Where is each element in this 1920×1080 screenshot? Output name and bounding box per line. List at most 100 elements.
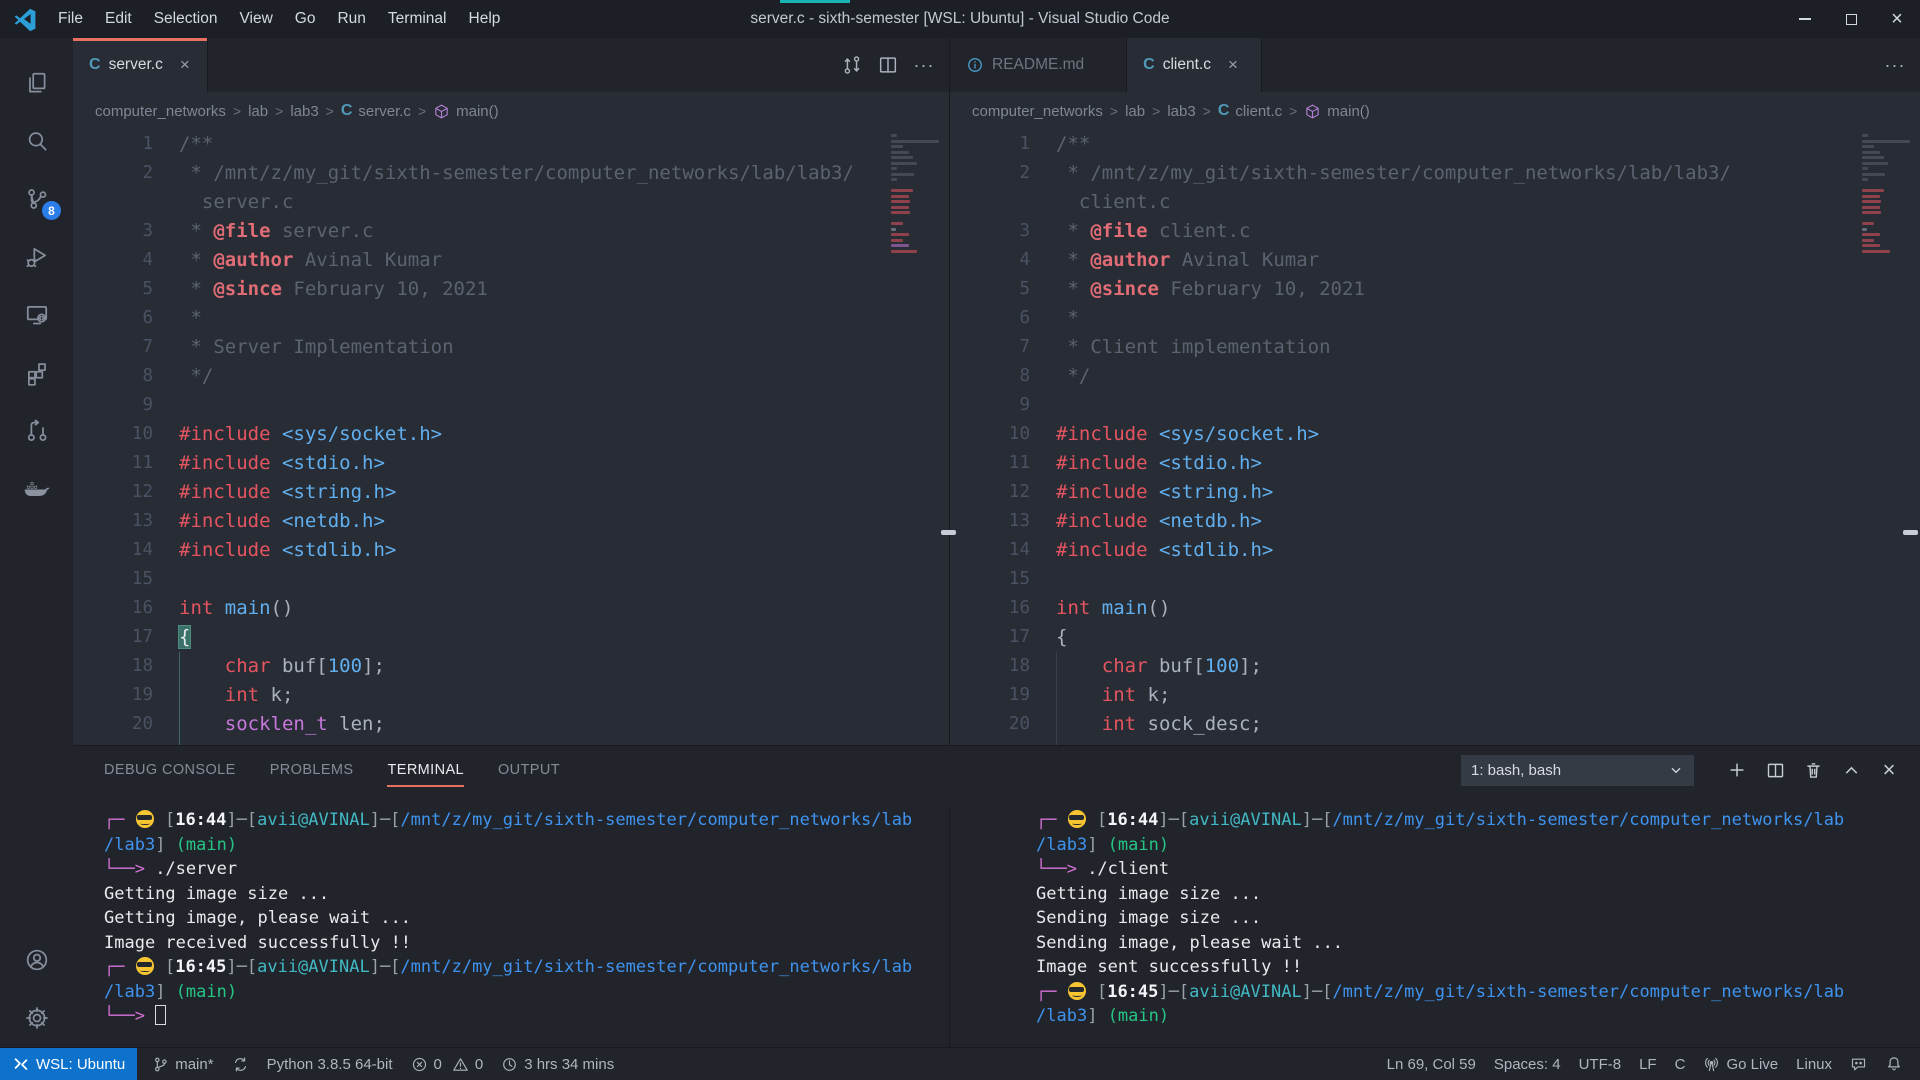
breadcrumb-item[interactable]: lab3 [1167,103,1195,120]
activity-explorer[interactable] [0,54,73,112]
terminal-line: /lab3] (main) [1036,833,1920,858]
activity-run-debug[interactable] [0,228,73,286]
code-line: 20 socklen_t len; [73,710,949,739]
panel-tab-output[interactable]: OUTPUT [498,747,560,793]
editor-scrollbar-thumb[interactable] [1903,530,1918,535]
chevron-right-icon: > [275,103,283,119]
remote-icon [12,1055,30,1073]
breadcrumb-item[interactable]: computer_networks [95,103,226,120]
code-editor-client.c[interactable]: 1/**2 * /mnt/z/my_git/sixth-semester/com… [950,130,1920,745]
kill-terminal-button[interactable] [1796,753,1830,787]
breadcrumb: computer_networks>lab>lab3>Cserver.c>mai… [73,92,949,130]
terminal-selector[interactable]: 1: bash, bash [1461,755,1694,786]
search-icon [24,128,50,154]
code-editor-server.c[interactable]: 1/**2 * /mnt/z/my_git/sixth-semester/com… [73,130,949,745]
error-icon [411,1056,428,1073]
close-icon[interactable]: × [1225,55,1241,75]
breadcrumb-symbol[interactable]: main() [1304,103,1370,120]
status-cursor-position[interactable]: Ln 69, Col 59 [1378,1048,1485,1080]
code-line: 4 * @author Avinal Kumar [950,246,1920,275]
terminal-server[interactable]: ┌─ [16:44]─[avii@AVINAL]─[/mnt/z/my_git/… [73,808,949,1047]
activity-remote-explorer[interactable] [0,286,73,344]
close-panel-button[interactable]: × [1872,753,1906,787]
breadcrumb-file[interactable]: Cserver.c [341,102,411,120]
breadcrumb-symbol[interactable]: main() [433,103,499,120]
status-notifications[interactable] [1876,1048,1912,1080]
status-problems[interactable]: 00 [402,1048,493,1080]
activity-settings[interactable] [0,989,73,1047]
status-feedback[interactable] [1841,1048,1876,1080]
status-indentation[interactable]: Spaces: 4 [1485,1048,1570,1080]
menu-file[interactable]: File [47,0,94,38]
menu-edit[interactable]: Edit [94,0,143,38]
minimap[interactable] [889,130,945,745]
status-remote-os[interactable]: Linux [1787,1048,1841,1080]
tab-client.c[interactable]: Cclient.c× [1127,38,1262,92]
line-number: 19 [950,681,1030,710]
terminal-line: Getting image size ... [104,882,949,907]
activity-source-control[interactable]: 8 [0,170,73,228]
terminal-line: Getting image size ... [1036,882,1920,907]
maximize-button[interactable] [1828,0,1874,38]
close-button[interactable]: × [1874,0,1920,38]
open-changes-button[interactable] [837,50,867,80]
split-terminal-button[interactable] [1758,753,1792,787]
extensions-icon [24,360,50,386]
status-remote[interactable]: WSL: Ubuntu [0,1048,137,1080]
activity-extensions[interactable] [0,344,73,402]
terminal-line: └──> ./client [1036,857,1920,882]
status-git-branch[interactable]: main* [143,1048,222,1080]
new-terminal-button[interactable] [1720,753,1754,787]
menu-help[interactable]: Help [458,0,512,38]
activity-github-pr[interactable] [0,402,73,460]
breadcrumb-item[interactable]: lab3 [290,103,318,120]
close-icon[interactable]: × [177,55,193,75]
terminal-panel: DEBUG CONSOLE PROBLEMS TERMINAL OUTPUT 1: b… [73,745,1920,1047]
activity-docker[interactable] [0,460,73,518]
breadcrumb-item[interactable]: computer_networks [972,103,1103,120]
status-left: WSL: Ubuntumain* Python 3.8.5 64-bit003 h… [0,1048,623,1080]
panel-tab-terminal[interactable]: TERMINAL [387,747,464,793]
breadcrumb-item[interactable]: lab [248,103,268,120]
menu-go[interactable]: Go [284,0,327,38]
line-number: 17 [73,623,153,652]
line-number: 15 [950,565,1030,594]
status-eol[interactable]: LF [1630,1048,1666,1080]
panel-tab-debug-console[interactable]: DEBUG CONSOLE [104,747,236,793]
editor-scrollbar-thumb[interactable] [941,530,956,535]
activity-accounts[interactable] [0,931,73,989]
more-button[interactable]: ··· [1880,50,1910,80]
panel-tab-problems[interactable]: PROBLEMS [270,747,354,793]
breadcrumb-item[interactable]: lab [1125,103,1145,120]
line-number: 6 [73,304,153,333]
menu-view[interactable]: View [228,0,283,38]
status-encoding[interactable]: UTF-8 [1570,1048,1631,1080]
tab-label: server.c [109,56,163,74]
status-go-live[interactable]: Go Live [1694,1048,1787,1080]
minimap[interactable] [1860,130,1916,745]
breadcrumb-file[interactable]: Cclient.c [1218,102,1282,120]
activity-search[interactable] [0,112,73,170]
status-language-mode[interactable]: C [1666,1048,1695,1080]
code-line: 9 [950,391,1920,420]
menu-terminal[interactable]: Terminal [377,0,458,38]
code-line: 13#include <netdb.h> [950,507,1920,536]
split-editor-button[interactable] [873,50,903,80]
tab-server.c[interactable]: Cserver.c× [73,38,208,92]
line-number: 12 [73,478,153,507]
menu-selection[interactable]: Selection [143,0,229,38]
status-sync[interactable] [223,1048,258,1080]
status-time-tracker[interactable]: 3 hrs 34 mins [492,1048,623,1080]
maximize-panel-button[interactable] [1834,753,1868,787]
code-line: 3 * @file server.c [73,217,949,246]
status-python-interpreter[interactable]: Python 3.8.5 64-bit [258,1048,402,1080]
remote-explorer-icon [24,302,50,328]
breadcrumb: computer_networks>lab>lab3>Cclient.c>mai… [950,92,1920,130]
menu-run[interactable]: Run [326,0,376,38]
minimize-button[interactable] [1782,0,1828,38]
code-line: 21 int sock_desc, new_sock; [73,739,949,745]
terminal-client[interactable]: ┌─ [16:44]─[avii@AVINAL]─[/mnt/z/my_git/… [949,808,1920,1047]
tab-README.md[interactable]: README.md× [950,38,1127,92]
more-button[interactable]: ··· [909,50,939,80]
line-number: 1 [73,130,153,159]
